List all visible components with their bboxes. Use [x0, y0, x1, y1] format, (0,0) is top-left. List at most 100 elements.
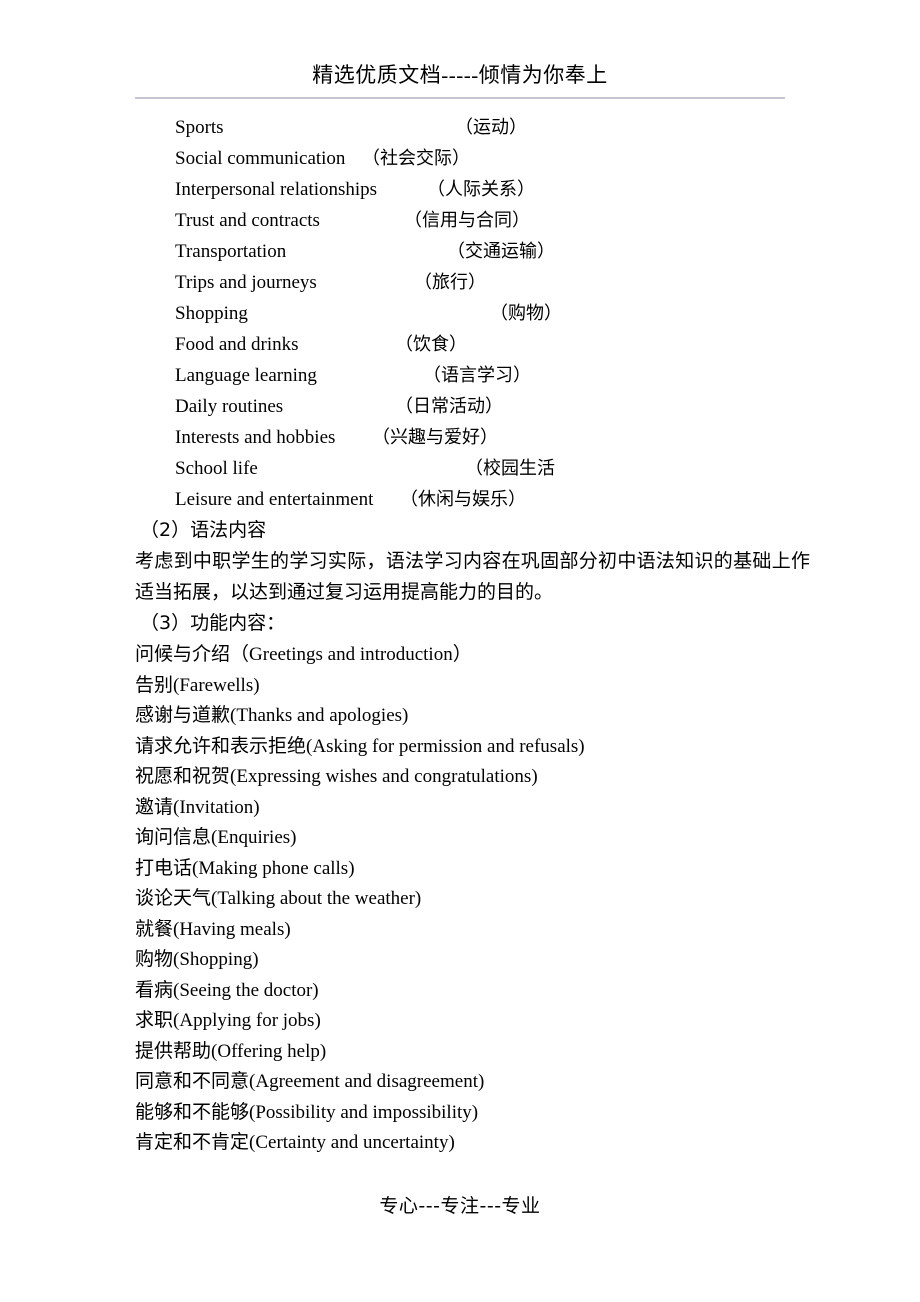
functions-section-label: （3）功能内容：	[140, 612, 286, 634]
functional-item: 问候与介绍（Greetings and introduction）	[0, 639, 920, 670]
functional-item: 能够和不能够(Possibility and impossibility)	[0, 1097, 920, 1128]
topic-row: Interpersonal relationships （人际关系）	[0, 174, 920, 205]
functional-item-english: (Making phone calls)	[192, 857, 355, 879]
functional-item-chinese: 求职	[135, 1009, 174, 1031]
functional-item-english: (Certainty and uncertainty)	[249, 1132, 455, 1153]
topic-term-chinese: （校园生活	[465, 458, 555, 479]
topic-row: Sports （运动）	[0, 112, 920, 143]
functional-item-chinese: 邀请	[135, 795, 174, 818]
functional-item-chinese: 能够和不能够	[135, 1100, 250, 1123]
functional-item-chinese: 肯定和不肯定	[135, 1131, 250, 1153]
functional-item: 谈论天气(Talking about the weather)	[0, 883, 920, 914]
topic-term-english: Language learning	[175, 365, 317, 386]
topic-row: Daily routines （日常活动）	[0, 391, 920, 422]
topic-row: Trust and contracts （信用与合同）	[0, 205, 920, 236]
functional-item-chinese: 请求允许和表示拒绝	[135, 734, 307, 757]
functional-item-chinese: 打电话	[135, 856, 193, 879]
functional-item-english: (Asking for permission and refusals)	[306, 735, 585, 757]
functional-item-chinese: 提供帮助	[135, 1039, 212, 1062]
functional-item-chinese: 问候与介绍	[135, 643, 231, 665]
topic-term-chinese: （购物）	[490, 303, 562, 324]
functional-item-english: (Having meals)	[173, 918, 291, 940]
functional-item-english: (Enquiries)	[211, 827, 297, 848]
functional-item-english: (Expressing wishes and congratulations)	[230, 766, 538, 787]
topic-row: Shopping （购物）	[0, 298, 920, 329]
topic-row: Leisure and entertainment （休闲与娱乐）	[0, 484, 920, 515]
topic-term-chinese: （兴趣与爱好）	[372, 427, 498, 448]
functional-item: 请求允许和表示拒绝(Asking for permission and refu…	[0, 731, 920, 762]
topic-term-chinese: （饮食）	[395, 334, 467, 355]
topic-term-chinese: （运动）	[455, 117, 527, 138]
functional-item: 感谢与道歉(Thanks and apologies)	[0, 700, 920, 731]
functional-item: 提供帮助(Offering help)	[0, 1036, 920, 1067]
topic-term-english: Leisure and entertainment	[175, 489, 374, 510]
functional-item-chinese: 同意和不同意	[135, 1070, 250, 1092]
topic-term-english: Food and drinks	[175, 334, 299, 355]
topic-row: Transportation （交通运输）	[0, 236, 920, 267]
functional-item-english: (Offering help)	[211, 1040, 327, 1062]
topic-term-english: Transportation	[175, 241, 287, 262]
topic-term-chinese: （人际关系）	[427, 179, 535, 200]
functional-item-chinese: 告别	[135, 673, 174, 696]
topic-row: Interests and hobbies （兴趣与爱好）	[0, 422, 920, 453]
functional-item-english: (Possibility and impossibility)	[249, 1101, 479, 1123]
topic-term-chinese: （信用与合同）	[404, 210, 530, 231]
functional-item: 询问信息(Enquiries)	[0, 822, 920, 853]
functional-item: 同意和不同意(Agreement and disagreement)	[0, 1066, 920, 1097]
topic-row: Trips and journeys （旅行）	[0, 267, 920, 298]
topic-term-english: Interpersonal relationships	[175, 179, 378, 200]
topic-term-chinese: （旅行）	[414, 272, 486, 293]
functional-item-english: (Agreement and disagreement)	[249, 1071, 485, 1092]
functional-item-english: (Talking about the weather)	[211, 888, 422, 909]
grammar-section-label: （2）语法内容	[140, 519, 267, 541]
topic-term-chinese: （社会交际）	[362, 148, 470, 169]
functional-items-list: 问候与介绍（Greetings and introduction） 告别(Fare…	[0, 639, 920, 1158]
topic-term-english: Trust and contracts	[175, 210, 320, 231]
topic-row: Food and drinks （饮食）	[0, 329, 920, 360]
functional-item-chinese: 祝愿和祝贺	[135, 765, 231, 787]
topic-term-english: Shopping	[175, 303, 248, 324]
topic-term-chinese: （休闲与娱乐）	[400, 489, 526, 510]
header-divider-rule	[135, 97, 785, 99]
topic-row: School life （校园生活	[0, 453, 920, 484]
functional-item-chinese: 购物	[135, 948, 174, 970]
functional-item-chinese: 询问信息	[135, 826, 212, 848]
functional-item-english: (Thanks and apologies)	[230, 705, 409, 726]
functional-item-english: (Seeing the doctor)	[173, 979, 319, 1001]
functional-item: 告别(Farewells)	[0, 670, 920, 701]
topic-list: Sports （运动） Social communication （社会交际） Inte…	[0, 112, 920, 515]
functional-item: 购物(Shopping)	[0, 944, 920, 975]
topic-term-chinese: （语言学习）	[423, 365, 531, 386]
functional-item-english: (Shopping)	[173, 949, 259, 970]
topic-term-english: Interests and hobbies	[175, 427, 336, 448]
functional-item-chinese: 看病	[135, 978, 174, 1001]
topic-term-chinese: （日常活动）	[395, 396, 503, 417]
functional-item: 看病(Seeing the doctor)	[0, 975, 920, 1006]
functional-item-chinese: 谈论天气	[135, 887, 212, 909]
functional-item: 就餐(Having meals)	[0, 914, 920, 945]
topic-term-english: Social communication	[175, 148, 346, 169]
header-watermark: 精选优质文档-----倾情为你奉上	[312, 63, 608, 87]
grammar-section-paragraph: 考虑到中职学生的学习实际，语法学习内容在巩固部分初中语法知识的基础上作适当拓展，…	[135, 550, 810, 603]
topic-term-english: Sports	[175, 117, 224, 138]
functional-item-english: (Applying for jobs)	[173, 1010, 321, 1031]
functional-item: 打电话(Making phone calls)	[0, 853, 920, 884]
topic-row: Social communication （社会交际）	[0, 143, 920, 174]
topic-term-english: Daily routines	[175, 396, 284, 417]
functional-item-chinese: 就餐	[135, 917, 174, 940]
topic-term-english: Trips and journeys	[175, 272, 317, 293]
functional-item-english: (Invitation)	[173, 796, 260, 818]
document-body: Sports （运动） Social communication （社会交际） Inte…	[0, 112, 920, 1158]
document-page: 精选优质文档-----倾情为你奉上 Sports （运动） Social commu…	[0, 0, 920, 1302]
functional-item: 邀请(Invitation)	[0, 792, 920, 823]
topic-row: Language learning （语言学习）	[0, 360, 920, 391]
topic-term-english: School life	[175, 458, 258, 479]
topic-term-chinese: （交通运输）	[447, 241, 555, 262]
functional-item: 祝愿和祝贺(Expressing wishes and congratulati…	[0, 761, 920, 792]
functional-item: 肯定和不肯定(Certainty and uncertainty)	[0, 1127, 920, 1158]
functional-item-english: （Greetings and introduction）	[230, 644, 472, 665]
functional-item-english: (Farewells)	[173, 674, 260, 696]
functional-item: 求职(Applying for jobs)	[0, 1005, 920, 1036]
functional-item-chinese: 感谢与道歉	[135, 704, 231, 726]
footer-watermark: 专心---专注---专业	[379, 1195, 541, 1217]
